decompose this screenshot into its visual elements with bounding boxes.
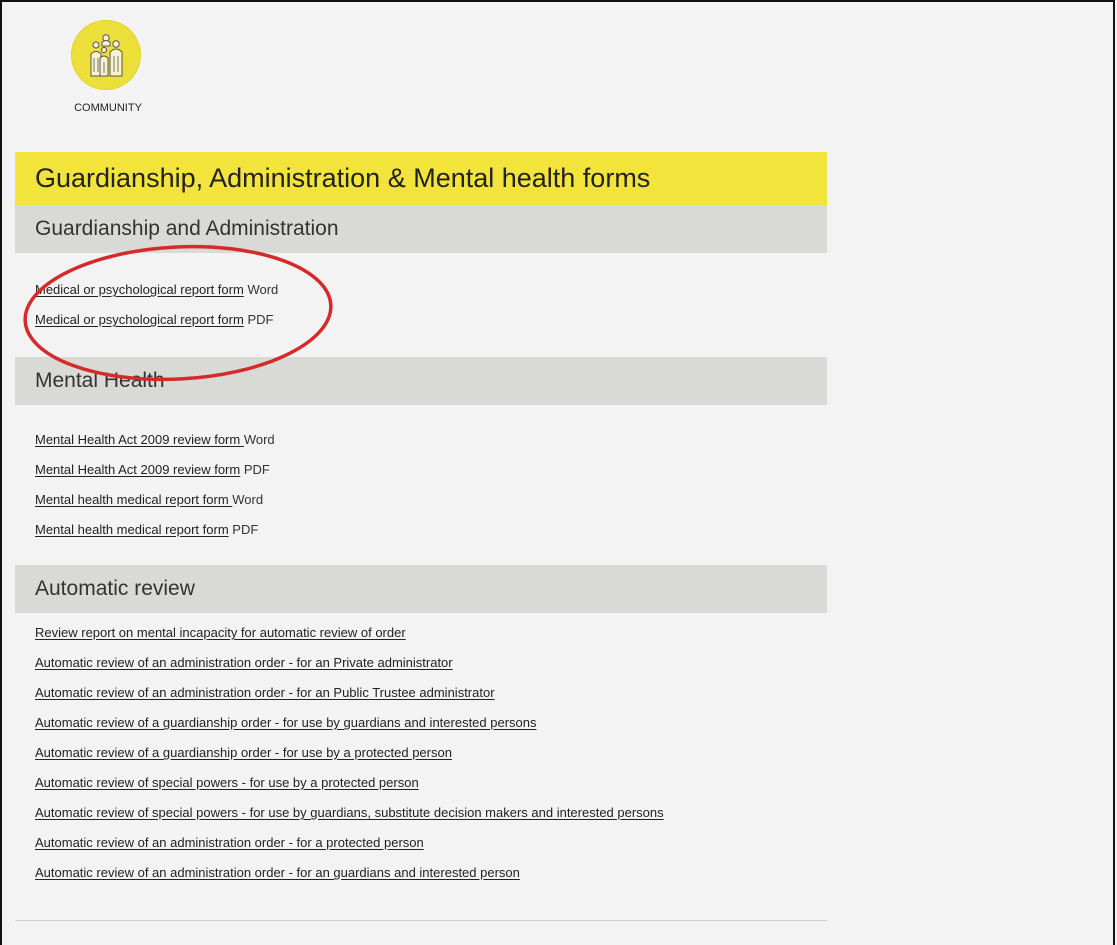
- list-item: Review report on mental incapacity for a…: [35, 618, 827, 648]
- list-item: Mental Health Act 2009 review form Word: [35, 425, 827, 455]
- mh-medical-report-word-link[interactable]: Mental health medical report form: [35, 492, 232, 507]
- mha-review-pdf-link[interactable]: Mental Health Act 2009 review form: [35, 462, 240, 477]
- list-item: Automatic review of special powers - for…: [35, 798, 827, 828]
- automatic-review-link[interactable]: Automatic review of an administration or…: [35, 865, 520, 880]
- format-label: Word: [232, 492, 264, 507]
- section-heading: Guardianship and Administration: [35, 217, 339, 240]
- section-header-automatic-review: Automatic review: [15, 565, 827, 613]
- medical-report-pdf-link[interactable]: Medical or psychological report form: [35, 312, 244, 327]
- automatic-review-link[interactable]: Automatic review of special powers - for…: [35, 775, 419, 790]
- forms-content: Guardianship, Administration & Mental he…: [15, 152, 827, 888]
- list-item: Automatic review of a guardianship order…: [35, 738, 827, 768]
- section-heading: Automatic review: [35, 577, 195, 600]
- automatic-review-link[interactable]: Automatic review of special powers - for…: [35, 805, 664, 820]
- list-item: Mental health medical report form PDF: [35, 515, 827, 545]
- automatic-review-link[interactable]: Automatic review of an administration or…: [35, 685, 495, 700]
- mh-medical-report-pdf-link[interactable]: Mental health medical report form: [35, 522, 229, 537]
- medical-report-word-link[interactable]: Medical or psychological report form: [35, 282, 244, 297]
- bottom-divider: [15, 920, 827, 921]
- list-item: Mental Health Act 2009 review form PDF: [35, 455, 827, 485]
- format-label: PDF: [243, 462, 270, 477]
- format-label: Word: [243, 432, 275, 447]
- page-title: Guardianship, Administration & Mental he…: [35, 163, 651, 193]
- list-item: Automatic review of an administration or…: [35, 648, 827, 678]
- format-label: PDF: [247, 312, 274, 327]
- logo-label: COMMUNITY: [74, 102, 142, 114]
- list-item: Automatic review of an administration or…: [35, 858, 827, 888]
- community-logo[interactable]: COMMUNITY: [70, 20, 142, 114]
- list-item: Medical or psychological report form PDF: [35, 305, 827, 335]
- mha-review-word-link[interactable]: Mental Health Act 2009 review form: [35, 432, 244, 447]
- section-header-guardianship: Guardianship and Administration: [15, 205, 827, 253]
- automatic-review-link[interactable]: Review report on mental incapacity for a…: [35, 625, 406, 640]
- automatic-review-links: Review report on mental incapacity for a…: [15, 613, 827, 888]
- section-header-mental-health: Mental Health: [15, 357, 827, 405]
- list-item: Mental health medical report form Word: [35, 485, 827, 515]
- page-title-bar: Guardianship, Administration & Mental he…: [15, 152, 827, 205]
- community-logo-badge: [71, 20, 141, 90]
- people-group-icon: [90, 34, 123, 77]
- automatic-review-link[interactable]: Automatic review of a guardianship order…: [35, 715, 537, 730]
- automatic-review-link[interactable]: Automatic review of an administration or…: [35, 655, 453, 670]
- list-item: Automatic review of a guardianship order…: [35, 708, 827, 738]
- automatic-review-link[interactable]: Automatic review of a guardianship order…: [35, 745, 452, 760]
- mental-health-links: Mental Health Act 2009 review form Word …: [15, 405, 827, 565]
- list-item: Medical or psychological report form Wor…: [35, 275, 827, 305]
- automatic-review-link[interactable]: Automatic review of an administration or…: [35, 835, 424, 850]
- section-heading: Mental Health: [35, 369, 165, 392]
- list-item: Automatic review of an administration or…: [35, 828, 827, 858]
- format-label: PDF: [232, 522, 259, 537]
- format-label: Word: [247, 282, 279, 297]
- list-item: Automatic review of special powers - for…: [35, 768, 827, 798]
- list-item: Automatic review of an administration or…: [35, 678, 827, 708]
- guardianship-links: Medical or psychological report form Wor…: [15, 253, 827, 357]
